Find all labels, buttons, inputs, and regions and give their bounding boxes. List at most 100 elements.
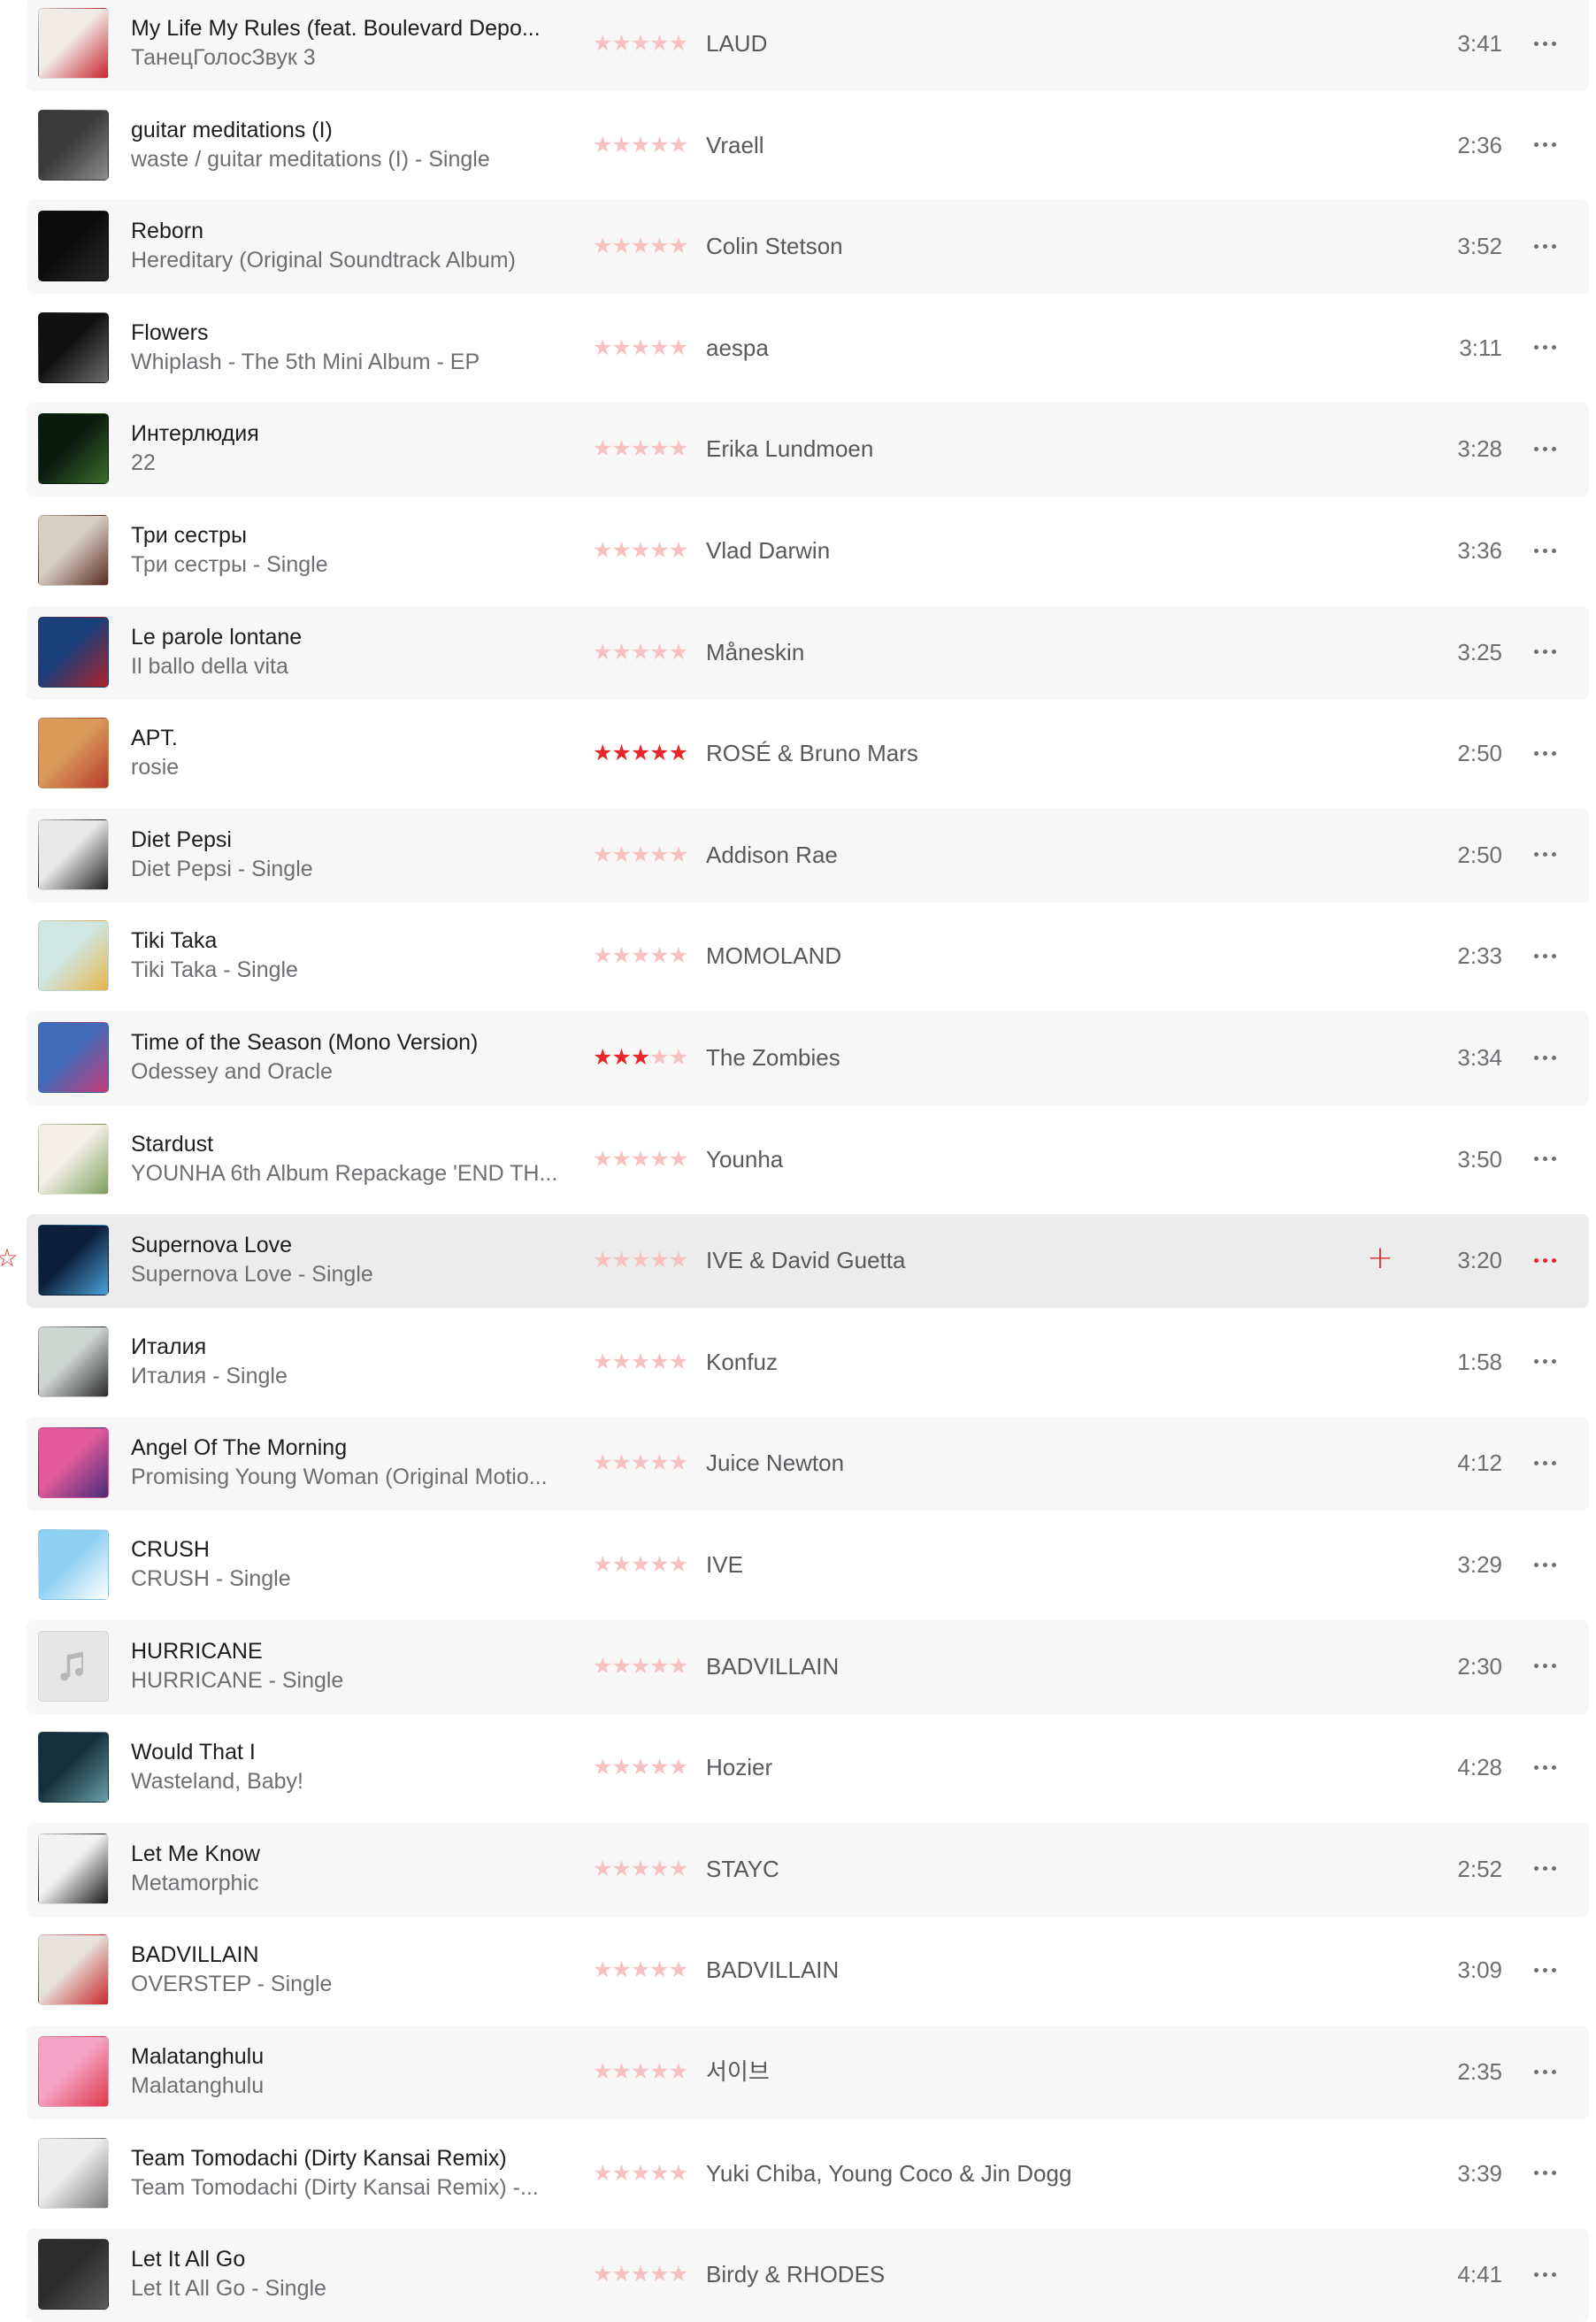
star-icon[interactable]: ★ xyxy=(593,1653,612,1679)
star-icon[interactable]: ★ xyxy=(649,132,669,158)
more-options-icon[interactable] xyxy=(1525,433,1564,465)
rating-stars[interactable]: ★★★★★ xyxy=(593,2157,688,2189)
star-icon[interactable]: ★ xyxy=(611,1551,631,1577)
star-icon[interactable]: ★ xyxy=(593,1754,612,1780)
star-icon[interactable]: ★ xyxy=(631,1146,650,1172)
more-options-icon[interactable] xyxy=(1525,1346,1564,1378)
star-icon[interactable]: ★ xyxy=(631,30,650,56)
star-icon[interactable]: ★ xyxy=(649,1449,669,1475)
star-icon[interactable]: ★ xyxy=(593,1146,612,1172)
star-icon[interactable]: ★ xyxy=(611,2058,631,2084)
star-icon[interactable]: ★ xyxy=(649,1146,669,1172)
more-options-icon[interactable] xyxy=(1525,2258,1564,2290)
star-icon[interactable]: ★ xyxy=(611,1146,631,1172)
rating-stars[interactable]: ★★★★★ xyxy=(593,1549,688,1580)
star-icon[interactable]: ★ xyxy=(631,1754,650,1780)
star-icon[interactable]: ★ xyxy=(669,233,688,258)
star-icon[interactable]: ★ xyxy=(593,30,612,56)
more-options-icon[interactable] xyxy=(1525,230,1564,262)
rating-stars[interactable]: ★★★★★ xyxy=(593,1244,688,1276)
more-options-icon[interactable] xyxy=(1525,1042,1564,1073)
more-options-icon[interactable] xyxy=(1525,27,1564,59)
star-icon[interactable]: ★ xyxy=(611,1957,631,1982)
star-icon[interactable]: ★ xyxy=(669,1349,688,1374)
star-icon[interactable]: ★ xyxy=(631,942,650,968)
star-icon[interactable]: ★ xyxy=(631,1349,650,1374)
star-icon[interactable]: ★ xyxy=(611,233,631,258)
star-icon[interactable]: ★ xyxy=(593,1044,612,1070)
add-to-library-icon[interactable]: + xyxy=(1362,1241,1398,1276)
star-icon[interactable]: ★ xyxy=(649,942,669,968)
star-icon[interactable]: ★ xyxy=(611,1653,631,1679)
rating-stars[interactable]: ★★★★★ xyxy=(593,1954,688,1986)
rating-stars[interactable]: ★★★★★ xyxy=(593,1447,688,1479)
star-icon[interactable]: ★ xyxy=(631,233,650,258)
star-icon[interactable]: ★ xyxy=(611,435,631,461)
track-row[interactable]: HURRICANE HURRICANE - Single ★★★★★ BADVILLA… xyxy=(27,1619,1589,1714)
star-icon[interactable]: ★ xyxy=(593,1551,612,1577)
track-row[interactable]: Reborn Hereditary (Original Soundtrack Al… xyxy=(27,200,1589,295)
star-icon[interactable]: ★ xyxy=(649,1856,669,1881)
star-icon[interactable]: ★ xyxy=(669,1247,688,1272)
track-row[interactable]: Tiki Taka Tiki Taka - Single ★★★★★ MOMOLAND… xyxy=(27,910,1589,1003)
rating-stars[interactable]: ★★★★★ xyxy=(593,230,688,262)
star-icon[interactable]: ★ xyxy=(631,132,650,158)
star-icon[interactable]: ★ xyxy=(669,1449,688,1475)
rating-stars[interactable]: ★★★★★ xyxy=(593,1042,688,1073)
rating-stars[interactable]: ★★★★★ xyxy=(593,1853,688,1885)
rating-stars[interactable]: ★★★★★ xyxy=(593,839,688,871)
star-icon[interactable]: ★ xyxy=(649,2058,669,2084)
star-icon[interactable]: ★ xyxy=(611,1754,631,1780)
star-icon[interactable]: ★ xyxy=(669,1551,688,1577)
star-icon[interactable]: ★ xyxy=(611,1349,631,1374)
star-icon[interactable]: ★ xyxy=(593,132,612,158)
track-row[interactable]: Три сестры Три сестры - Single ★★★★★ Vlad D… xyxy=(27,504,1589,598)
track-row[interactable]: ☆ Supernova Love Supernova Love - Single ★★… xyxy=(0,1214,1589,1309)
star-icon[interactable]: ★ xyxy=(631,1653,650,1679)
star-icon[interactable]: ★ xyxy=(593,334,612,360)
star-icon[interactable]: ★ xyxy=(649,2261,669,2287)
track-artist[interactable]: Yuki Chiba, Young Coco & Jin Dogg xyxy=(706,2157,1343,2189)
more-options-icon[interactable] xyxy=(1525,1650,1564,1682)
star-icon[interactable]: ★ xyxy=(611,334,631,360)
star-icon[interactable]: ★ xyxy=(631,334,650,360)
star-icon[interactable]: ★ xyxy=(593,2160,612,2186)
star-icon[interactable]: ★ xyxy=(649,1247,669,1272)
rating-stars[interactable]: ★★★★★ xyxy=(593,2056,688,2087)
star-icon[interactable]: ★ xyxy=(649,2160,669,2186)
rating-stars[interactable]: ★★★★★ xyxy=(593,433,688,465)
star-icon[interactable]: ★ xyxy=(669,1957,688,1982)
track-artist[interactable]: Younha xyxy=(706,1143,1343,1175)
more-options-icon[interactable] xyxy=(1525,534,1564,566)
track-artist[interactable]: Birdy & RHODES xyxy=(706,2258,1343,2290)
track-row[interactable]: Time of the Season (Mono Version) Odessey… xyxy=(27,1011,1589,1105)
star-icon[interactable]: ★ xyxy=(631,1856,650,1881)
track-row[interactable]: Let It All Go Let It All Go - Single ★★★★★… xyxy=(27,2228,1589,2322)
star-icon[interactable]: ★ xyxy=(611,1856,631,1881)
more-options-icon[interactable] xyxy=(1525,940,1564,972)
star-icon[interactable]: ★ xyxy=(649,233,669,258)
more-options-icon[interactable] xyxy=(1525,332,1564,364)
track-row[interactable]: guitar meditations (I) waste / guitar med… xyxy=(27,99,1589,193)
star-icon[interactable]: ★ xyxy=(631,537,650,563)
track-artist[interactable]: LAUD xyxy=(706,27,1343,59)
star-icon[interactable]: ★ xyxy=(611,842,631,867)
rating-stars[interactable]: ★★★★★ xyxy=(593,2258,688,2290)
track-row[interactable]: Malatanghulu Malatanghulu ★★★★★ 서이브 2:35 xyxy=(27,2026,1589,2119)
track-artist[interactable]: BADVILLAIN xyxy=(706,1954,1343,1986)
track-artist[interactable]: BADVILLAIN xyxy=(706,1650,1343,1682)
star-icon[interactable]: ★ xyxy=(593,1856,612,1881)
more-options-icon[interactable] xyxy=(1525,1751,1564,1783)
rating-stars[interactable]: ★★★★★ xyxy=(593,332,688,364)
star-icon[interactable]: ★ xyxy=(611,2261,631,2287)
more-options-icon[interactable] xyxy=(1525,1853,1564,1885)
more-options-icon[interactable] xyxy=(1525,1244,1564,1276)
track-artist[interactable]: Juice Newton xyxy=(706,1447,1343,1479)
track-artist[interactable]: MOMOLAND xyxy=(706,940,1343,972)
track-artist[interactable]: Måneskin xyxy=(706,636,1343,668)
track-artist[interactable]: Vraell xyxy=(706,129,1343,161)
track-row[interactable]: Интерлюдия 22 ★★★★★ Erika Lundmoen 3:28 xyxy=(27,403,1589,497)
star-icon[interactable]: ★ xyxy=(669,1754,688,1780)
star-icon[interactable]: ★ xyxy=(611,132,631,158)
star-icon[interactable]: ★ xyxy=(593,1349,612,1374)
